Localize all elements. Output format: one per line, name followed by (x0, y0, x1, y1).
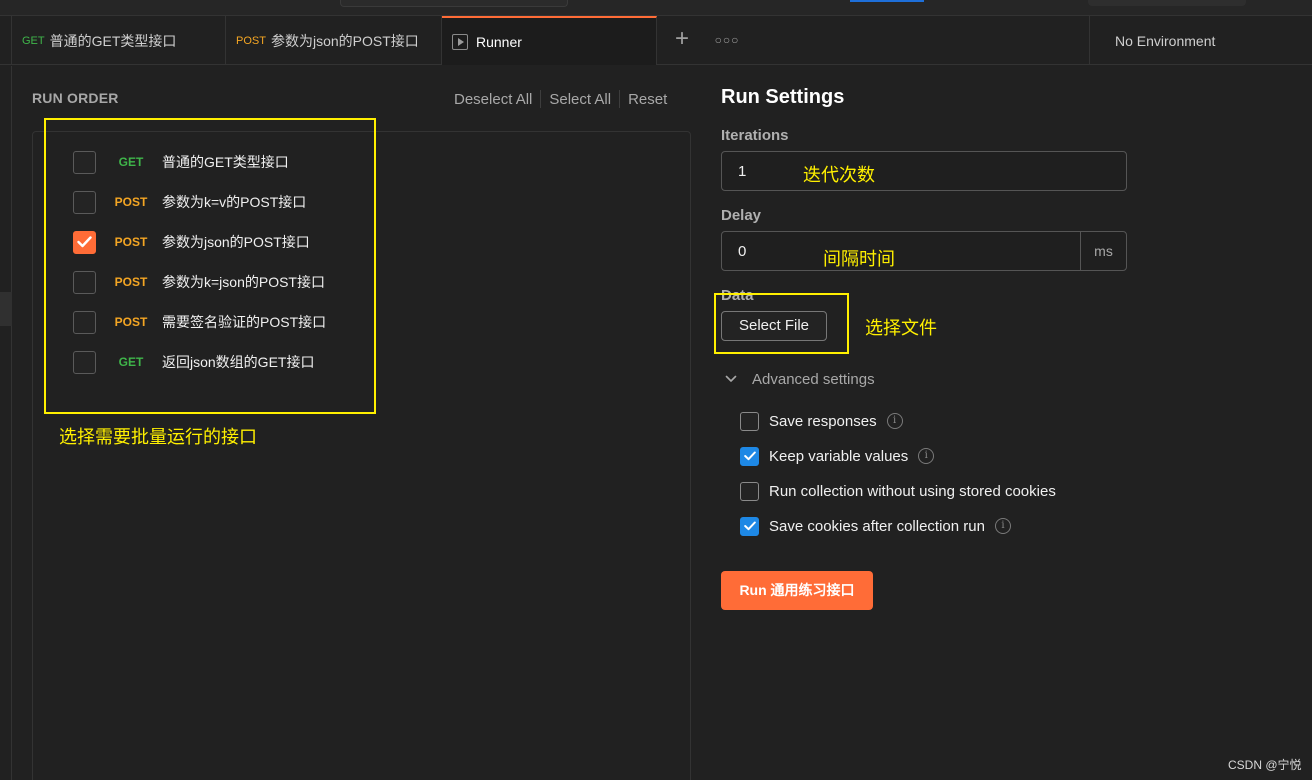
environment-label: No Environment (1115, 32, 1216, 49)
tab-label: Runner (476, 33, 522, 50)
advanced-settings-label: Advanced settings (752, 370, 875, 388)
option-checkbox-checked[interactable] (740, 446, 759, 466)
chevron-down-icon (725, 375, 737, 382)
option-label: Keep variable values (769, 447, 909, 465)
option-run-without-cookies[interactable]: Run collection without using stored cook… (740, 481, 1056, 501)
tab-label: 参数为json的POST接口 (270, 32, 419, 49)
iterations-value: 1 (738, 163, 747, 180)
checkmark-icon (743, 451, 756, 461)
annotation-box-data (714, 293, 849, 354)
tab-request-post[interactable]: POST 参数为json的POST接口 (226, 16, 442, 65)
run-order-heading: RUN ORDER (32, 90, 119, 106)
sidebar-edge (0, 16, 12, 65)
run-collection-button[interactable]: Run 通用练习接口 (721, 571, 873, 610)
search-bar[interactable] (340, 0, 568, 7)
method-badge: POST (236, 34, 266, 47)
option-checkbox[interactable] (740, 481, 759, 501)
sidebar-collapsed (0, 66, 12, 780)
iterations-label: Iterations (721, 127, 789, 144)
delay-value: 0 (738, 243, 747, 260)
run-settings-heading: Run Settings (721, 86, 845, 108)
option-label: Run collection without using stored cook… (769, 482, 1056, 500)
option-checkbox[interactable] (740, 411, 759, 431)
delay-label: Delay (721, 207, 762, 224)
header-environment-area (1088, 0, 1246, 6)
advanced-settings-toggle[interactable]: Advanced settings (724, 369, 875, 389)
option-save-cookies[interactable]: Save cookies after collection run i (740, 516, 1011, 536)
annotation-delay-note: 间隔时间 (823, 249, 895, 269)
info-icon[interactable]: i (886, 413, 903, 429)
app-header-strip (0, 0, 1312, 16)
select-all-button[interactable]: Select All (541, 91, 619, 108)
environment-selector[interactable]: No Environment (1089, 16, 1312, 65)
annotation-iterations-note: 迭代次数 (803, 165, 875, 185)
new-tab-plus-icon[interactable]: + (668, 26, 696, 54)
option-label: Save responses (769, 412, 877, 430)
method-badge: GET (22, 34, 45, 47)
deselect-all-button[interactable]: Deselect All (446, 91, 540, 108)
iterations-input[interactable]: 1 (721, 151, 1127, 191)
reset-button[interactable]: Reset (620, 91, 675, 108)
more-tabs-dots-icon[interactable]: ○○○ (712, 26, 742, 54)
option-keep-variable-values[interactable]: Keep variable values i (740, 446, 935, 466)
option-save-responses[interactable]: Save responses i (740, 411, 903, 431)
tab-request-get[interactable]: GET 普通的GET类型接口 (12, 16, 226, 65)
annotation-box-requests (44, 118, 376, 414)
delay-unit: ms (1080, 232, 1126, 270)
option-label: Save cookies after collection run (769, 517, 985, 535)
annotation-requests-note: 选择需要批量运行的接口 (59, 427, 257, 447)
info-icon[interactable]: i (918, 448, 935, 464)
sidebar-active-marker (0, 292, 12, 326)
runner-icon (452, 33, 468, 50)
watermark: CSDN @宁悦 (1228, 758, 1302, 772)
checkmark-icon (743, 521, 756, 531)
tab-runner[interactable]: Runner (442, 16, 657, 65)
annotation-file-note: 选择文件 (865, 318, 937, 338)
info-icon[interactable]: i (994, 518, 1011, 534)
upgrade-button[interactable] (850, 0, 924, 2)
delay-input[interactable]: 0 ms (721, 231, 1127, 271)
option-checkbox-checked[interactable] (740, 516, 759, 536)
tab-bar: GET 普通的GET类型接口 POST 参数为json的POST接口 Runne… (0, 16, 1312, 65)
tab-label: 普通的GET类型接口 (49, 32, 177, 49)
run-order-actions: Deselect All Select All Reset (446, 84, 675, 114)
